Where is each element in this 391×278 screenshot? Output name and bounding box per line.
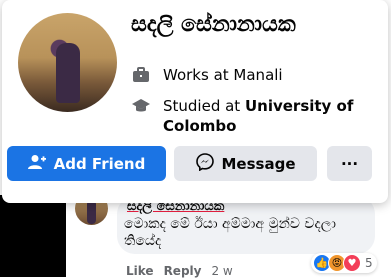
more-options-button[interactable]: ··· [327,146,372,181]
background-strip [0,195,66,277]
profile-avatar[interactable] [18,13,117,112]
profile-hover-card: සදලි සේනානායක Works at Manali Studied at… [2,0,388,203]
briefcase-icon [131,65,151,85]
study-place-line1[interactable]: University of [245,97,353,115]
study-text: Studied at University of [163,96,353,116]
message-button[interactable]: Message [174,146,317,181]
study-text-line2: Colombo [163,116,236,136]
reaction-count: 5 [365,256,373,270]
profile-name[interactable]: සදලි සේනානායක [131,12,296,37]
like-link[interactable]: Like [126,264,154,278]
comment-actions: Like Reply 2 w [126,264,233,278]
add-friend-label: Add Friend [53,154,146,173]
add-friend-icon [27,154,46,174]
comment-text: මොකද මේ ඊයා අම්මාඅ මුන්ව වදලා තියේද [124,216,336,249]
messenger-icon [195,152,214,175]
reactions-summary[interactable]: 👍 😡 ♥ 5 [311,253,377,273]
reply-link[interactable]: Reply [164,264,202,278]
work-prefix: Works at [163,66,234,84]
comment-timestamp[interactable]: 2 w [211,264,232,278]
love-reaction-icon: ♥ [343,254,361,272]
work-place[interactable]: Manali [233,66,282,84]
work-text: Works at Manali [163,65,283,85]
message-label: Message [221,154,296,173]
add-friend-button[interactable]: Add Friend [7,146,166,181]
study-prefix: Studied at [163,97,245,115]
ellipsis-icon: ··· [340,154,359,173]
study-place-line2[interactable]: Colombo [163,117,236,135]
graduation-cap-icon [131,96,151,116]
